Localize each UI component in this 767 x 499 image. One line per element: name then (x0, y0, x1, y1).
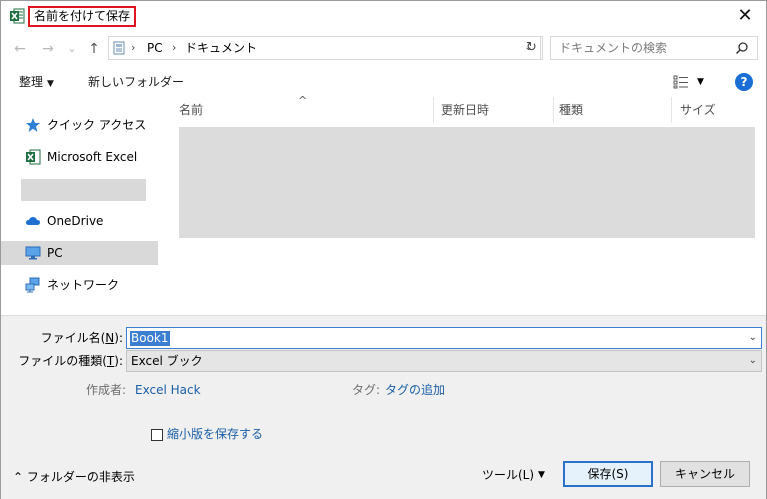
back-button[interactable]: ← (11, 40, 29, 58)
sidebar-item-label: OneDrive (47, 214, 104, 228)
hide-folders-button[interactable]: ⌃ フォルダーの非表示 (13, 467, 135, 487)
breadcrumb-separator: › (131, 41, 136, 54)
hide-folders-label: フォルダーの非表示 (26, 470, 135, 484)
column-header-type[interactable]: 種類 (559, 97, 672, 123)
chevron-up-icon: ⌃ (13, 470, 24, 484)
excel-icon (26, 149, 41, 165)
column-header-name[interactable]: 名前 (179, 97, 434, 123)
search-placeholder: ドキュメントの検索 (559, 41, 668, 55)
breadcrumb-separator: › (172, 41, 177, 54)
sidebar-item-quick-access[interactable]: クイック アクセス (1, 113, 158, 137)
view-options-dropdown[interactable]: ▼ (697, 67, 704, 97)
navigation-bar: ← → ⌄ ↑ › PC › ドキュメント ⌄ ↻ ドキュメントの検索 (1, 31, 766, 67)
sidebar-item-onedrive[interactable]: OneDrive (1, 209, 158, 233)
tags-label: タグ: (352, 383, 381, 397)
chevron-down-icon[interactable]: ⌄ (749, 328, 757, 348)
refresh-button[interactable]: ↻ (521, 36, 543, 60)
save-thumbnail-checkbox[interactable] (151, 429, 163, 441)
author-value-link[interactable]: Excel Hack (135, 380, 201, 400)
organize-button[interactable]: 整理 ▼ (19, 67, 54, 97)
pc-location-icon (113, 41, 125, 55)
close-button[interactable]: ✕ (730, 1, 760, 31)
cancel-button[interactable]: キャンセル (660, 461, 750, 487)
search-box[interactable]: ドキュメントの検索 (550, 36, 758, 60)
forward-button[interactable]: → (39, 40, 57, 58)
sidebar-item-label: PC (47, 246, 63, 260)
recent-locations-button[interactable]: ⌄ (63, 40, 81, 58)
save-button[interactable]: 保存(S) (563, 461, 653, 487)
filetype-value: Excel ブック (131, 354, 203, 368)
sidebar-item-pc[interactable]: PC (1, 241, 158, 265)
save-options-panel: ファイル名(N): Book1 ⌄ ファイルの種類(T): Excel ブック … (1, 315, 766, 499)
command-bar: 整理 ▼ 新しいフォルダー ▼ ? (1, 67, 766, 97)
tools-dropdown-icon[interactable]: ▼ (538, 462, 545, 488)
cloud-icon (26, 217, 40, 225)
save-as-dialog: 名前を付けて保存 ✕ ← → ⌄ ↑ › PC › ドキュメント ⌄ ↻ ドキュ… (0, 0, 767, 499)
author-label: 作成者: (86, 383, 127, 397)
breadcrumb-documents[interactable]: ドキュメント (185, 37, 257, 59)
filename-value: Book1 (130, 331, 170, 346)
filetype-select[interactable]: Excel ブック ⌄ (126, 350, 762, 372)
star-icon (26, 118, 40, 132)
sidebar-redacted-item[interactable] (21, 179, 146, 201)
network-icon (25, 277, 40, 293)
sidebar-item-label: ネットワーク (47, 278, 120, 292)
address-bar[interactable]: › PC › ドキュメント ⌄ (108, 36, 541, 60)
add-tag-link[interactable]: タグの追加 (385, 380, 445, 400)
organize-label: 整理 (19, 75, 44, 89)
save-thumbnail-label[interactable]: 縮小版を保存する (167, 424, 263, 444)
filetype-label: ファイルの種類(T): (18, 354, 123, 368)
file-list: ^ 名前 更新日時 種類 サイズ (161, 94, 766, 315)
sidebar-item-label: クイック アクセス (47, 118, 147, 132)
up-button[interactable]: ↑ (85, 40, 103, 58)
filename-label: ファイル名(N): (40, 331, 123, 345)
new-folder-button[interactable]: 新しいフォルダー (88, 67, 184, 97)
tools-button[interactable]: ツール(L) (482, 462, 534, 488)
filename-input[interactable]: Book1 ⌄ (126, 327, 762, 349)
chevron-down-icon: ⌄ (748, 355, 757, 366)
breadcrumb-pc[interactable]: PC (147, 37, 163, 59)
column-header-date-modified[interactable]: 更新日時 (441, 97, 554, 123)
search-icon[interactable] (735, 41, 749, 55)
excel-icon (10, 8, 25, 24)
file-list-redacted-area (179, 127, 755, 238)
navigation-pane: クイック アクセス Microsoft Excel OneDrive PC ネッ… (1, 97, 161, 315)
view-options-icon[interactable] (673, 75, 689, 89)
sidebar-item-label: Microsoft Excel (47, 150, 138, 164)
chevron-down-icon: ▼ (47, 79, 54, 89)
column-header-size[interactable]: サイズ (680, 97, 760, 123)
title-bar: 名前を付けて保存 ✕ (1, 1, 766, 31)
sidebar-item-network[interactable]: ネットワーク (1, 273, 158, 297)
help-button[interactable]: ? (735, 73, 753, 91)
sidebar-item-microsoft-excel[interactable]: Microsoft Excel (1, 145, 158, 169)
computer-icon (25, 246, 41, 260)
window-title: 名前を付けて保存 (28, 6, 137, 27)
